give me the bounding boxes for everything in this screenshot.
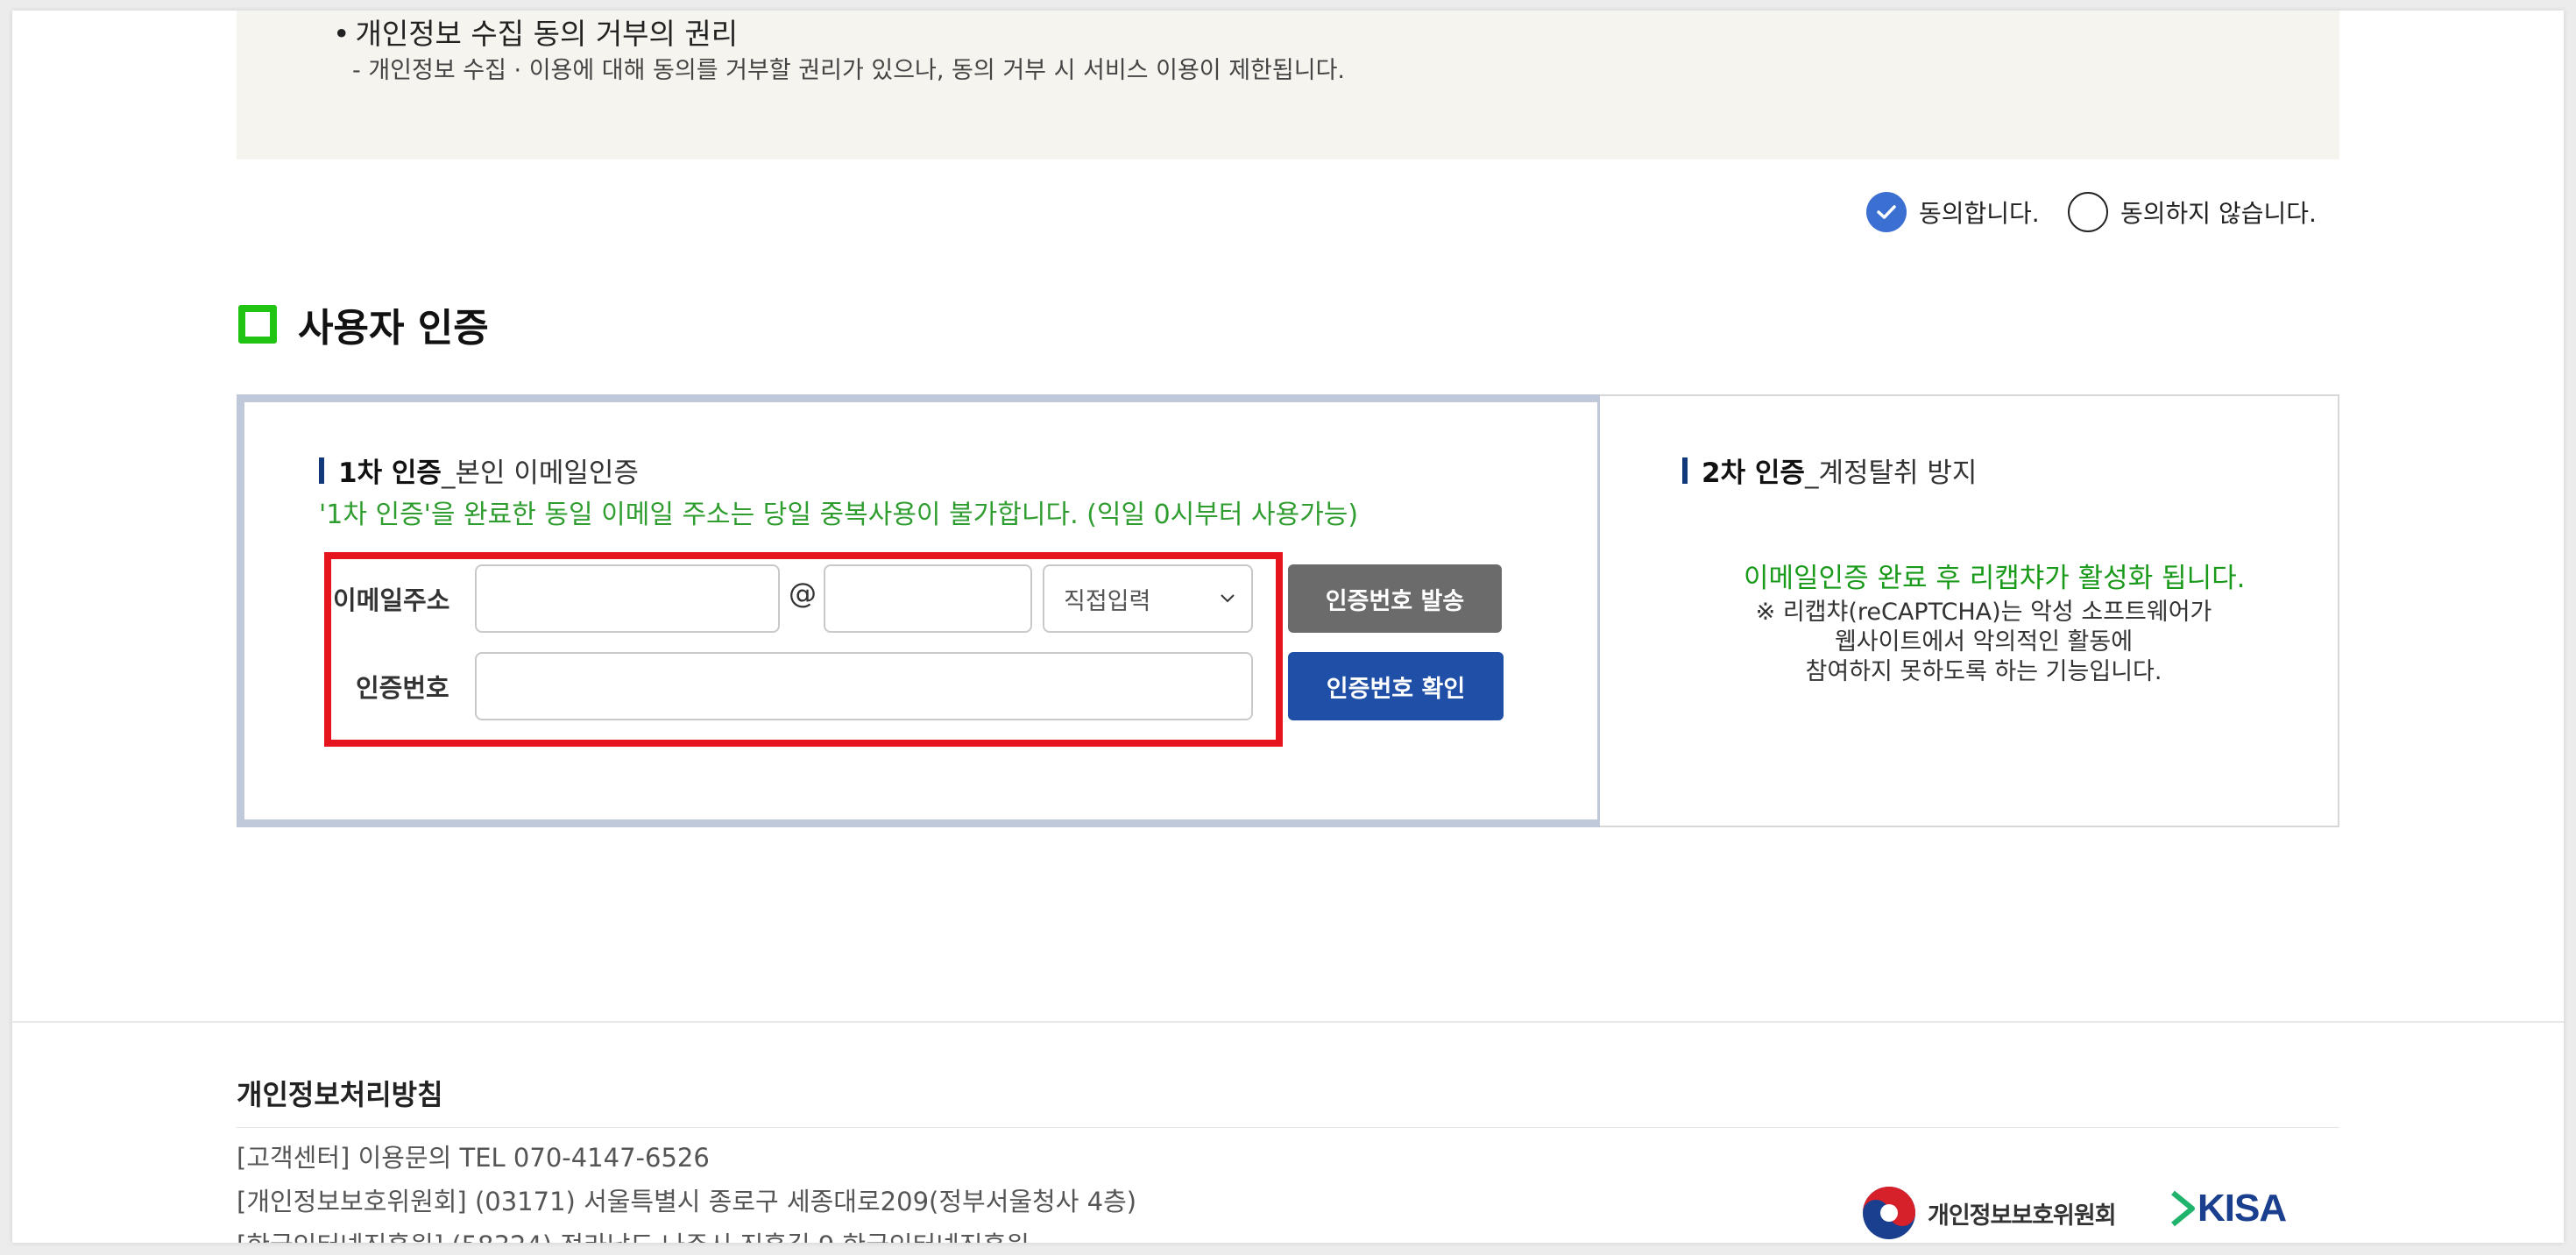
send-code-button[interactable]: 인증번호 발송 (1288, 564, 1502, 633)
footer-divider (12, 1021, 2564, 1023)
domain-select-value: 직접입력 (1064, 587, 1151, 615)
footer-kisa-address: [한국인터넷진흥원] (58324) 전라남도 나주시 진흥길 9 한국인터넷진… (237, 1225, 1030, 1243)
step2-heading: 2차 인증 _계정탈취 방지 (1682, 450, 1977, 490)
agree-label[interactable]: 동의합니다. (1919, 195, 2040, 230)
kisa-logo: KISA (2168, 1187, 2287, 1230)
chevron-down-icon (1221, 594, 1235, 603)
step1-heading: 1차 인증 _본인 이메일인증 (319, 450, 639, 490)
kisa-mark-icon (2171, 1190, 2195, 1227)
footer-separator (237, 1127, 2339, 1128)
confirm-code-button[interactable]: 인증번호 확인 (1288, 652, 1504, 720)
check-icon (1877, 205, 1896, 219)
captcha-description: ※ 리캡챠(reCAPTCHA)는 악성 소프트웨어가 웹사이트에서 악의적인 … (1755, 599, 2212, 685)
section-title: 사용자 인증 (298, 306, 489, 351)
privacy-policy-link[interactable]: 개인정보처리방침 (237, 1073, 443, 1113)
section-square-icon (238, 305, 277, 344)
kisa-logo-text: KISA (2197, 1187, 2287, 1230)
verification-code-input[interactable] (475, 652, 1253, 720)
at-symbol: @ (789, 577, 817, 610)
taegeuk-icon (1863, 1187, 1915, 1239)
agree-radio-option[interactable]: 동의합니다. (1866, 189, 2040, 235)
consent-refusal-title: • 개인정보 수집 동의 거부의 권리 (333, 17, 739, 51)
consent-refusal-description: - 개인정보 수집 · 이용에 대해 동의를 거부할 권리가 있으나, 동의 거… (352, 57, 1345, 84)
disagree-label[interactable]: 동의하지 않습니다. (2120, 195, 2317, 230)
heading-bar (1682, 457, 1688, 484)
email-domain-input[interactable] (824, 564, 1032, 633)
email-local-input[interactable] (475, 564, 780, 633)
email-label: 이메일주소 (333, 585, 450, 615)
footer-contact: [고객센터] 이용문의 TEL 070-4147-6526 (237, 1143, 710, 1173)
agree-radio[interactable] (1866, 192, 1907, 232)
page: • 개인정보 수집 동의 거부의 권리 - 개인정보 수집 · 이용에 대해 동의… (12, 11, 2564, 1243)
email-domain-select[interactable]: 직접입력 (1043, 564, 1253, 633)
disagree-radio-option[interactable]: 동의하지 않습니다. (2068, 189, 2317, 235)
disagree-radio[interactable] (2068, 192, 2108, 232)
heading-bar (319, 457, 324, 484)
pipc-logo: 개인정보보호위원회 (1861, 1185, 2117, 1241)
pipc-logo-text: 개인정보보호위원회 (1928, 1202, 2117, 1230)
consent-notice-box: • 개인정보 수집 동의 거부의 권리 - 개인정보 수집 · 이용에 대해 동의… (237, 11, 2339, 160)
footer-pipc-address: [개인정보보호위원회] (03171) 서울특별시 종로구 세종대로209(정부… (237, 1187, 1137, 1216)
step1-warning: '1차 인증'을 완료한 동일 이메일 주소는 당일 중복사용이 불가합니다. … (319, 500, 1359, 530)
code-label: 인증번호 (356, 673, 449, 703)
captcha-notice: 이메일인증 완료 후 리캡챠가 활성화 됩니다. (1744, 563, 2246, 594)
